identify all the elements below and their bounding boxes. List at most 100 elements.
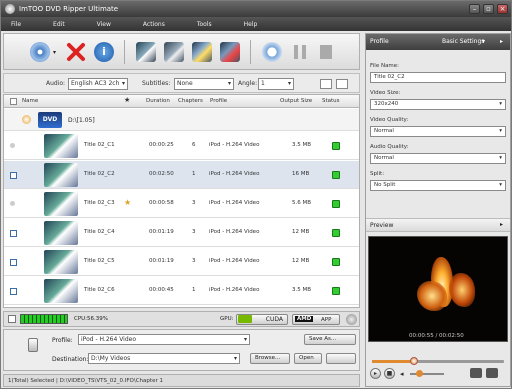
table-row[interactable]: Title 02_C1 00:00:25 6 iPod - H.264 Vide… [4,132,359,160]
performance-bar: CPU:56.39% GPU: CUDA AMD APP [3,311,360,327]
column-name[interactable]: Name [22,98,38,104]
convert-icon[interactable] [262,42,282,62]
list-view-icon[interactable] [320,79,332,89]
row-profile[interactable]: iPod - H.264 Video [209,229,259,235]
audio-select[interactable]: English AC3 2ch [68,78,128,90]
settings-icon[interactable] [8,315,16,323]
seek-handle[interactable] [410,357,419,365]
menu-help[interactable]: Help [244,21,258,28]
play-icon[interactable]: ▸ [370,368,381,379]
merge-icon[interactable] [220,42,240,62]
row-size: 16 MB [292,171,310,177]
profile-select[interactable]: iPod - H.264 Video [78,334,250,345]
row-status-dot [10,143,15,148]
save-as-button[interactable]: Save As... [304,334,356,345]
row-checkbox[interactable] [10,288,17,295]
app-label: APP [321,317,332,323]
row-profile[interactable]: iPod - H.264 Video [209,142,259,148]
destination-label: Destination: [52,356,89,363]
row-checkbox[interactable] [10,172,17,179]
chevron-down-icon[interactable]: ▾ [482,38,485,45]
column-chapters[interactable]: Chapters [178,98,203,104]
audio-quality-select[interactable]: Normal [370,153,506,164]
row-name: Title 02_C3 [84,200,115,206]
angle-select[interactable]: 1 [258,78,294,90]
row-chapters: 1 [192,287,196,293]
table-row[interactable]: Title 02_C4 00:01:19 3 iPod - H.264 Vide… [4,219,359,247]
row-chapters: 1 [192,171,196,177]
minimize-button[interactable]: – [469,4,480,14]
file-name-input[interactable]: Title 02_C2 [370,72,506,83]
maximize-button[interactable]: ▫ [483,4,494,14]
thumbnail-view-icon[interactable] [336,79,348,89]
table-row[interactable]: Title 02_C3 ★ 00:00:58 3 iPod - H.264 Vi… [4,190,359,218]
row-size: 12 MB [292,258,310,264]
load-dvd-icon[interactable] [30,42,50,62]
video-size-select[interactable]: 320x240 [370,99,506,110]
row-profile[interactable]: iPod - H.264 Video [209,287,259,293]
row-name: Title 02_C1 [84,142,115,148]
subtitles-select[interactable]: None [174,78,234,90]
star-icon[interactable]: ★ [124,198,131,207]
disc-group-row[interactable]: DVD D:\[1.05] [4,109,359,131]
select-all-checkbox[interactable] [10,98,17,105]
seek-bar[interactable] [372,357,504,365]
open-button[interactable]: Open [294,353,322,364]
volume-icon[interactable]: ◂ [400,370,404,378]
menu-tools[interactable]: Tools [197,21,212,28]
destination-select[interactable]: D:\My Videos [88,353,240,364]
preview-frame [417,281,447,311]
title-thumbnail [44,134,78,158]
basic-settings-dropdown[interactable]: Basic Settings [442,38,484,45]
close-window-button[interactable]: × [497,4,508,14]
profile-panel-header: Profile Basic Settings ▾ ▸ [366,34,510,50]
folder-icon[interactable] [486,368,498,378]
disc-name: D:\[1.05] [68,117,95,124]
row-name: Title 02_C5 [84,258,115,264]
profile-panel-title: Profile [370,38,389,45]
pause-icon[interactable] [290,42,310,62]
table-row[interactable]: Title 02_C6 00:00:45 1 iPod - H.264 Vide… [4,277,359,305]
row-size: 3.5 MB [292,287,312,293]
column-duration[interactable]: Duration [146,98,170,104]
video-quality-select[interactable]: Normal [370,126,506,137]
row-profile[interactable]: iPod - H.264 Video [209,258,259,264]
row-duration: 00:00:45 [149,287,174,293]
volume-handle[interactable] [416,370,423,377]
toolbar-separator [124,40,125,64]
row-profile[interactable]: iPod - H.264 Video [209,171,259,177]
effects-icon[interactable] [164,42,184,62]
row-checkbox[interactable] [10,259,17,266]
stop-icon[interactable] [316,42,336,62]
expand-disc-icon[interactable] [22,115,31,124]
volume-slider[interactable] [410,370,444,377]
column-status[interactable]: Status [322,98,340,104]
menu-edit[interactable]: Edit [53,21,65,28]
row-checkbox[interactable] [10,230,17,237]
row-chapters: 3 [192,229,196,235]
amd-app-button[interactable]: AMD APP [292,314,340,325]
row-profile[interactable]: iPod - H.264 Video [209,200,259,206]
clip-icon[interactable] [136,42,156,62]
table-row[interactable]: Title 02_C2 00:02:50 1 iPod - H.264 Vide… [4,161,359,189]
snapshot-icon[interactable] [470,368,482,378]
expand-preview-icon[interactable]: ▸ [500,221,503,228]
options-dropdown-button[interactable] [326,353,356,364]
menu-actions[interactable]: Actions [143,21,165,28]
dropdown-arrow-icon[interactable]: ▾ [53,49,56,56]
menu-file[interactable]: File [11,21,21,28]
info-icon[interactable]: i [94,42,114,62]
column-output-size[interactable]: Output Size [280,98,312,104]
dvd-disc-icon: DVD [38,112,62,128]
column-profile[interactable]: Profile [210,98,227,104]
menu-view[interactable]: View [97,21,111,28]
add-effect-icon[interactable] [192,42,212,62]
split-select[interactable]: No Split [370,180,506,191]
expand-panel-icon[interactable]: ▸ [500,38,503,45]
browse-button[interactable]: Browse... [250,353,290,364]
gear-icon[interactable] [346,314,357,325]
stop-playback-icon[interactable]: ■ [384,368,395,379]
table-row[interactable]: Title 02_C5 00:01:19 3 iPod - H.264 Vide… [4,248,359,276]
row-name: Title 02_C6 [84,287,115,293]
remove-icon[interactable] [66,42,86,62]
